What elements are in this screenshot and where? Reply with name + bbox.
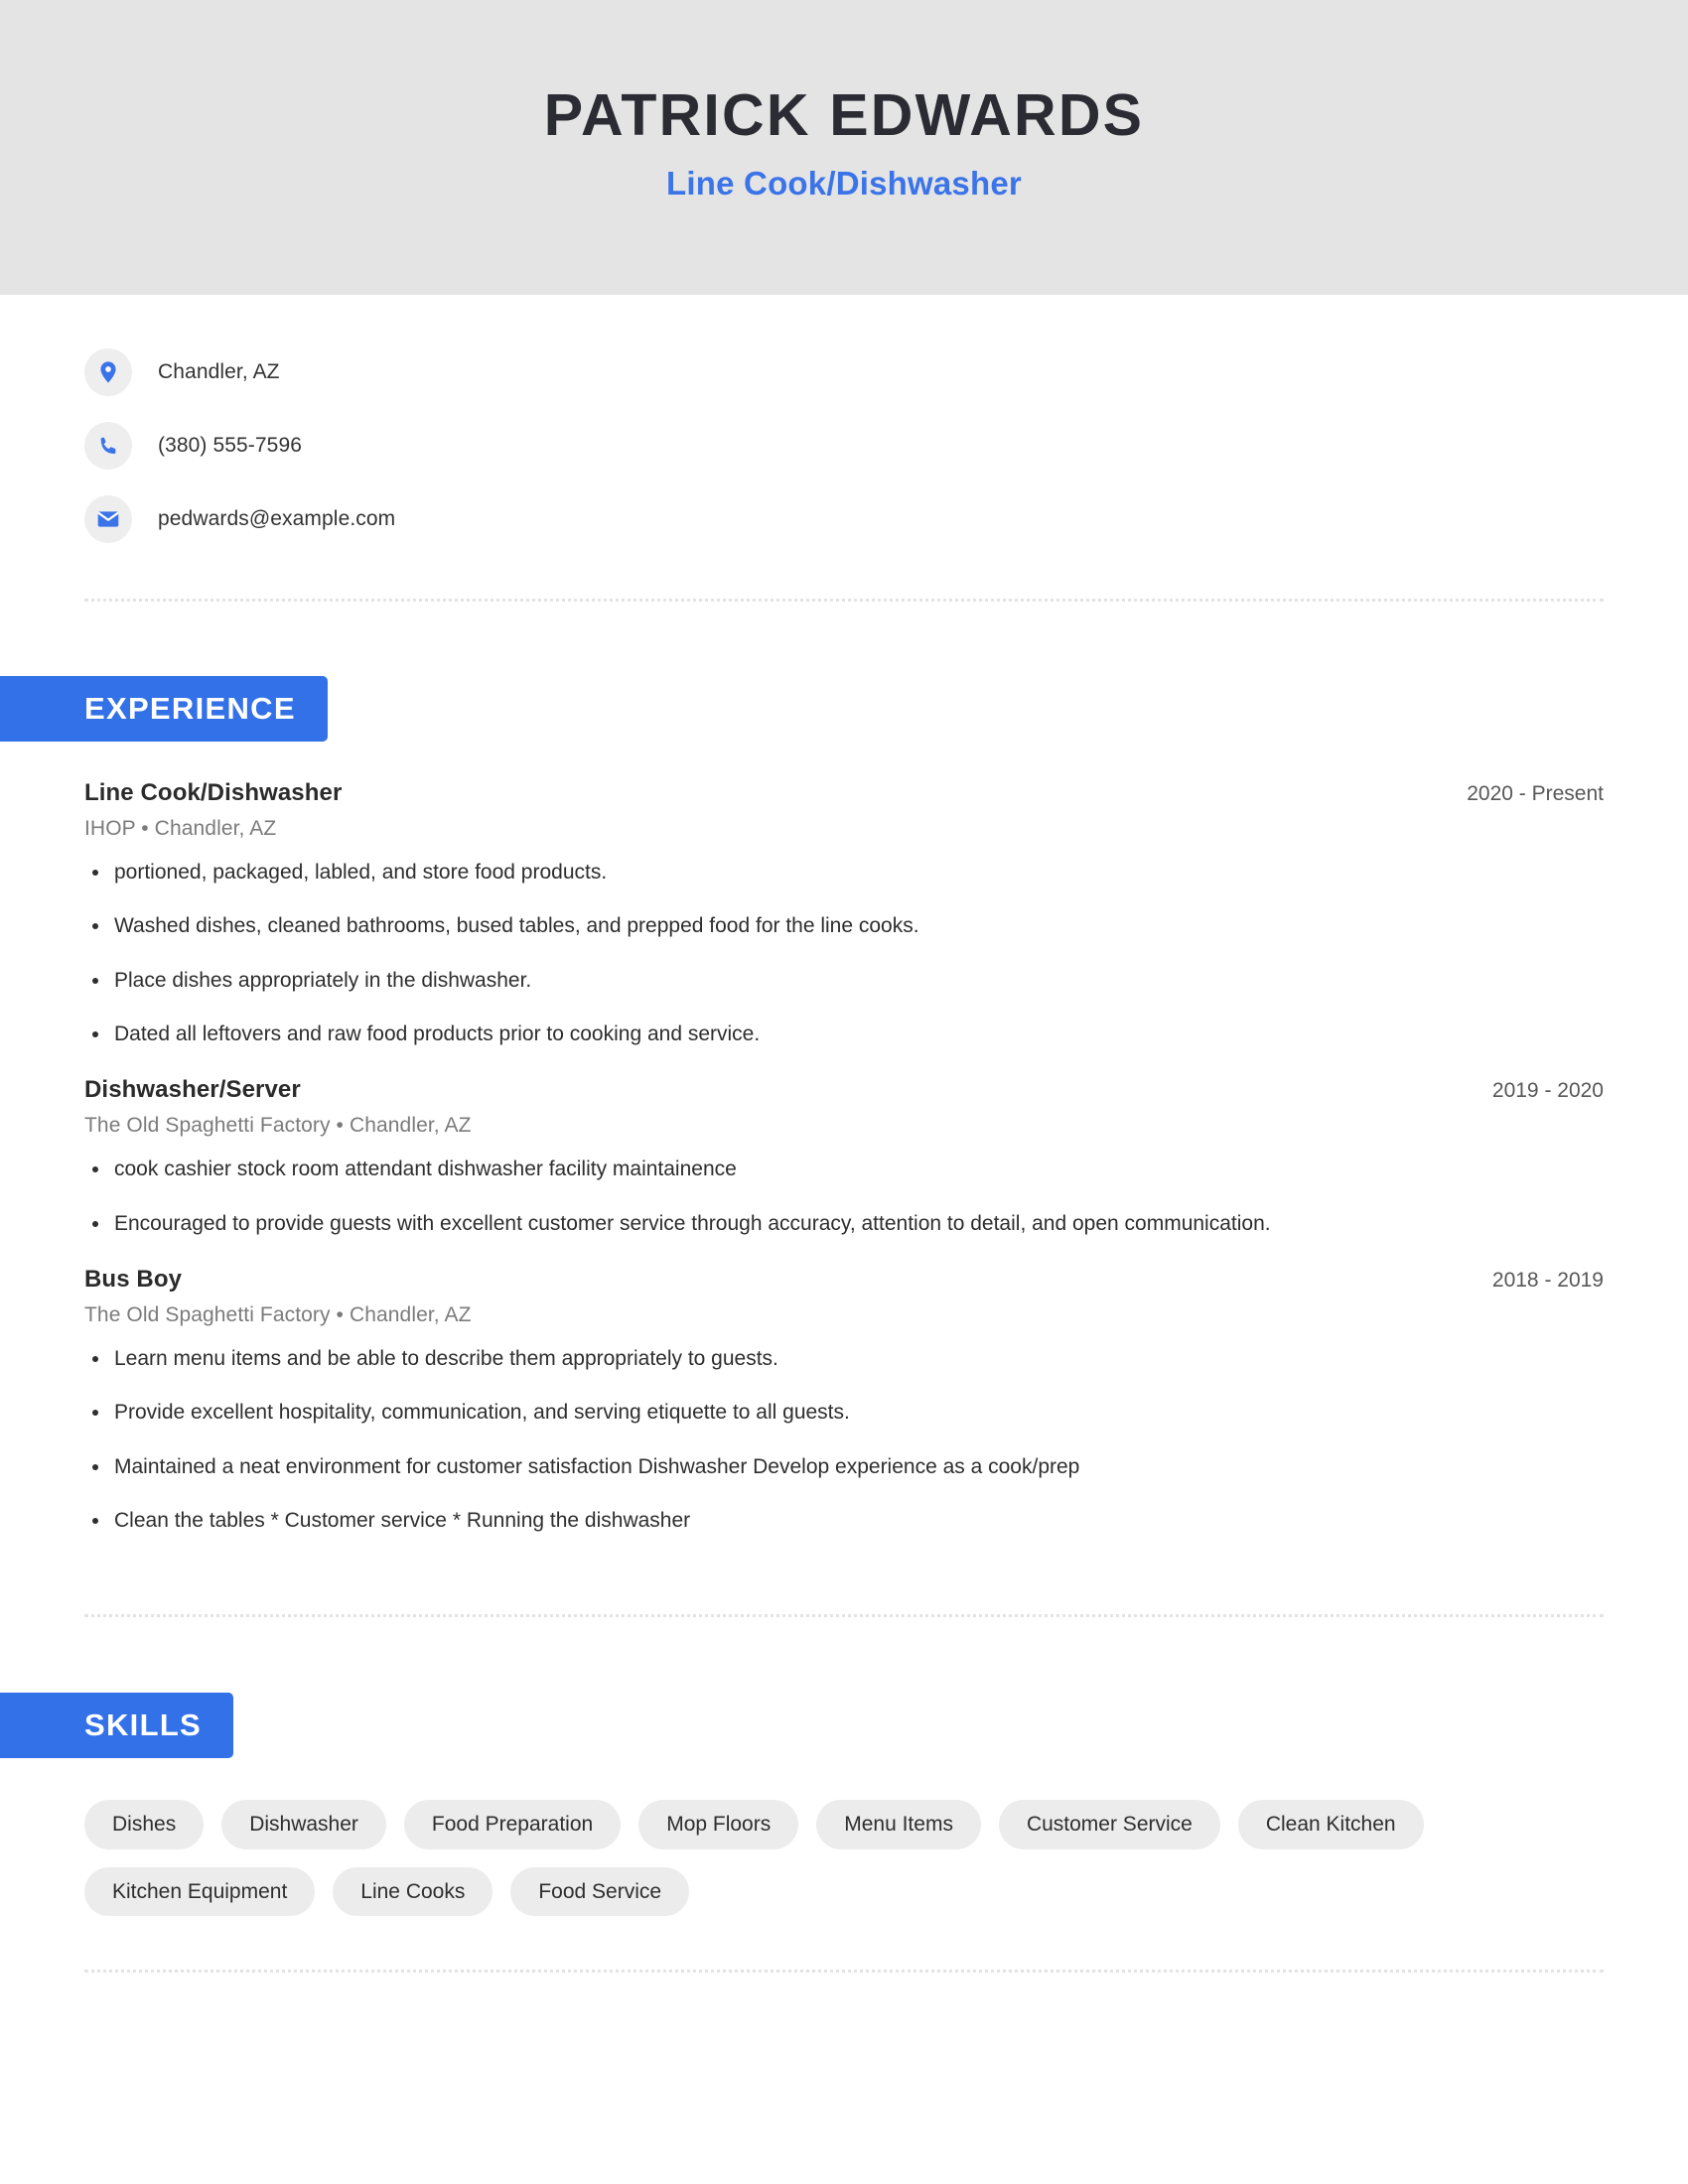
experience-entry: Dishwasher/Server 2019 - 2020 The Old Sp… <box>84 1076 1604 1238</box>
phone-icon <box>84 422 132 470</box>
resume-header: PATRICK EDWARDS Line Cook/Dishwasher <box>0 0 1688 295</box>
entry-date-range: 2018 - 2019 <box>1491 1269 1604 1293</box>
entry-bullet: Dated all leftovers and raw food product… <box>84 1021 1604 1048</box>
entry-bullet: portioned, packaged, labled, and store f… <box>84 859 1604 887</box>
contact-email-text: pedwards@example.com <box>158 507 396 530</box>
skill-chip: Food Service <box>510 1866 690 1916</box>
entry-job-title: Bus Boy <box>84 1266 183 1294</box>
contact-block: Chandler, AZ (380) 555-7596 pedwards@exa… <box>84 295 1604 543</box>
entry-bullet: Clean the tables * Customer service * Ru… <box>84 1507 1604 1535</box>
skills-section-heading: SKILLS <box>0 1693 234 1759</box>
skill-chip: Clean Kitchen <box>1237 1800 1424 1849</box>
entry-bullet: cook cashier stock room attendant dishwa… <box>84 1156 1604 1183</box>
divider-after-experience <box>84 1614 1604 1618</box>
entry-job-title: Line Cook/Dishwasher <box>84 779 343 806</box>
entry-date-range: 2019 - 2020 <box>1491 1079 1604 1103</box>
experience-entries: Line Cook/Dishwasher 2020 - Present IHOP… <box>84 779 1604 1535</box>
skills-chip-list: Dishes Dishwasher Food Preparation Mop F… <box>84 1800 1445 1916</box>
experience-entry: Bus Boy 2018 - 2019 The Old Spaghetti Fa… <box>84 1266 1604 1535</box>
entry-bullet: Encouraged to provide guests with excell… <box>84 1210 1604 1238</box>
entry-company-location: The Old Spaghetti Factory • Chandler, AZ <box>84 1303 472 1327</box>
divider-after-skills <box>84 1969 1604 1973</box>
skill-chip: Food Preparation <box>403 1800 622 1849</box>
entry-bullet-list: cook cashier stock room attendant dishwa… <box>84 1156 1604 1238</box>
contact-row-email: pedwards@example.com <box>84 495 1604 543</box>
entry-header: Line Cook/Dishwasher 2020 - Present <box>84 779 1604 807</box>
entry-bullet-list: Learn menu items and be able to describe… <box>84 1345 1604 1535</box>
skill-chip: Mop Floors <box>638 1800 799 1849</box>
email-icon <box>84 495 132 543</box>
entry-header: Dishwasher/Server 2019 - 2020 <box>84 1076 1604 1104</box>
divider-after-contact <box>84 599 1604 602</box>
resume-body: Chandler, AZ (380) 555-7596 pedwards@exa… <box>0 295 1688 1973</box>
resume-page: PATRICK EDWARDS Line Cook/Dishwasher Cha… <box>0 0 1688 2184</box>
experience-entry: Line Cook/Dishwasher 2020 - Present IHOP… <box>84 779 1604 1048</box>
entry-header: Bus Boy 2018 - 2019 <box>84 1266 1604 1294</box>
skill-chip: Menu Items <box>816 1800 981 1849</box>
entry-bullet-list: portioned, packaged, labled, and store f… <box>84 859 1604 1048</box>
skill-chip: Kitchen Equipment <box>84 1866 316 1916</box>
skills-section: SKILLS Dishes Dishwasher Food Preparatio… <box>0 1693 1604 1916</box>
location-pin-icon <box>84 348 132 396</box>
skill-chip: Dishes <box>84 1800 205 1849</box>
skill-chip: Customer Service <box>998 1800 1220 1849</box>
entry-bullet: Washed dishes, cleaned bathrooms, bused … <box>84 912 1604 940</box>
contact-row-location: Chandler, AZ <box>84 348 1604 396</box>
entry-bullet: Maintained a neat environment for custom… <box>84 1453 1604 1481</box>
entry-job-title: Dishwasher/Server <box>84 1076 301 1104</box>
contact-phone-text: (380) 555-7596 <box>158 434 303 457</box>
contact-location-text: Chandler, AZ <box>158 360 280 383</box>
skill-chip: Dishwasher <box>221 1800 386 1849</box>
experience-section: EXPERIENCE Line Cook/Dishwasher 2020 - P… <box>0 676 1604 1535</box>
entry-bullet: Place dishes appropriately in the dishwa… <box>84 967 1604 995</box>
entry-company-location: The Old Spaghetti Factory • Chandler, AZ <box>84 1114 472 1138</box>
contact-row-phone: (380) 555-7596 <box>84 422 1604 470</box>
entry-company-location: IHOP • Chandler, AZ <box>84 817 277 840</box>
entry-bullet: Learn menu items and be able to describe… <box>84 1345 1604 1373</box>
entry-date-range: 2020 - Present <box>1467 782 1604 805</box>
candidate-job-title: Line Cook/Dishwasher <box>666 165 1022 203</box>
candidate-name: PATRICK EDWARDS <box>543 81 1145 148</box>
skill-chip: Line Cooks <box>333 1866 493 1916</box>
experience-section-heading: EXPERIENCE <box>0 676 328 742</box>
entry-bullet: Provide excellent hospitality, communica… <box>84 1399 1604 1427</box>
